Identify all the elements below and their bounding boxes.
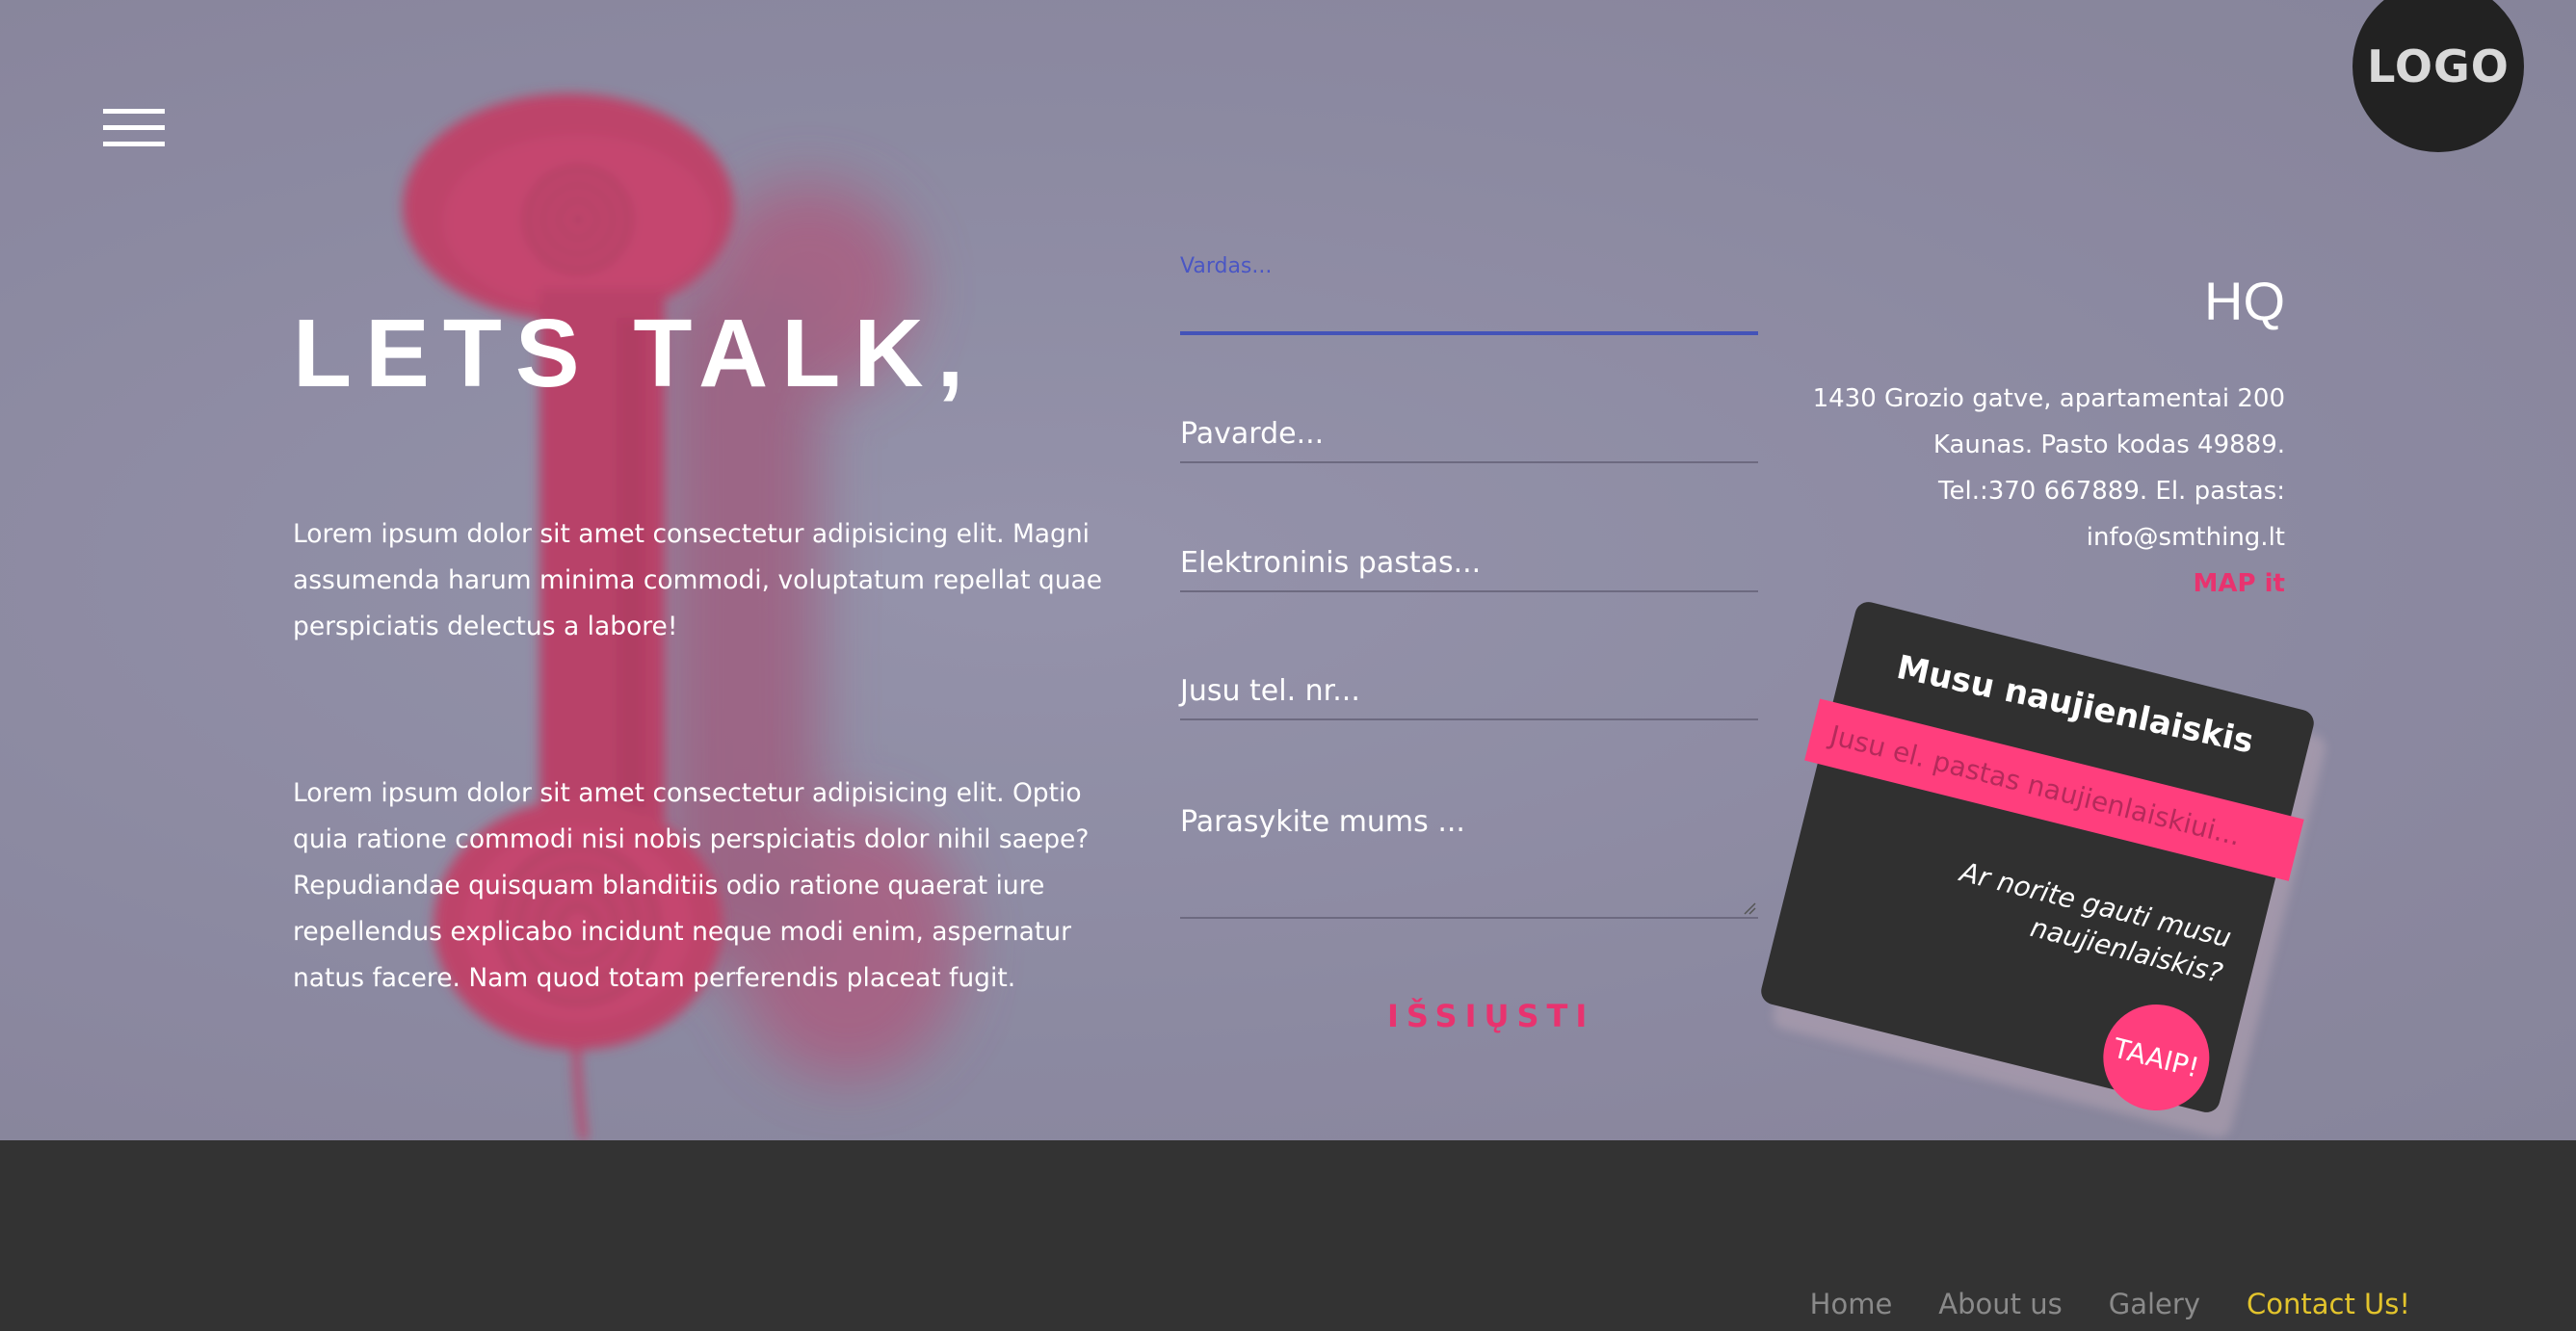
nav-contact-us[interactable]: Contact Us! [2247,1288,2410,1320]
hq-title: HQ [2204,271,2285,331]
email-placeholder: Elektroninis pastas... [1180,546,1482,580]
map-link[interactable]: MAP it [1813,561,2285,607]
body-paragraph: Lorem ipsum dolor sit amet consectetur a… [293,778,1090,993]
message-placeholder: Parasykite mums ... [1180,805,1465,839]
menu-icon[interactable] [103,109,165,147]
page-title: LETS TALK, [293,300,978,407]
nav-galery[interactable]: Galery [2109,1288,2200,1320]
nav-home[interactable]: Home [1810,1288,1893,1320]
message-textarea[interactable]: Parasykite mums ... [1180,805,1758,919]
resize-grip-icon[interactable] [1743,901,1756,915]
email-field[interactable]: Elektroninis pastas... [1180,546,1758,592]
intro-paragraph: Lorem ipsum dolor sit amet consectetur a… [293,519,1103,641]
hq-address-line: Tel.:370 667889. El. pastas: [1938,477,2285,506]
logo-text: LOGO [2367,40,2510,92]
name-field[interactable]: Vardas... [1180,248,1758,335]
newsletter-question: Ar norite gauti musu naujienlaiskis? [1957,855,2235,990]
hq-address: 1430 Grozio gatve, apartamentai 200 Kaun… [1813,376,2285,607]
surname-placeholder: Pavarde... [1180,417,1325,451]
submit-button[interactable]: IŠSIŲSTI [1387,998,1594,1034]
hq-email: info@smthing.lt [2086,523,2285,552]
phone-placeholder: Jusu tel. nr... [1180,674,1360,708]
footer-nav: Home About us Galery Contact Us! [1810,1288,2410,1320]
surname-field[interactable]: Pavarde... [1180,417,1758,463]
name-field-label: Vardas... [1180,254,1273,278]
hq-address-line: 1430 Grozio gatve, apartamentai 200 [1812,384,2285,413]
nav-about-us[interactable]: About us [1938,1288,2062,1320]
phone-field[interactable]: Jusu tel. nr... [1180,674,1758,720]
hq-address-line: Kaunas. Pasto kodas 49889. [1932,431,2285,459]
